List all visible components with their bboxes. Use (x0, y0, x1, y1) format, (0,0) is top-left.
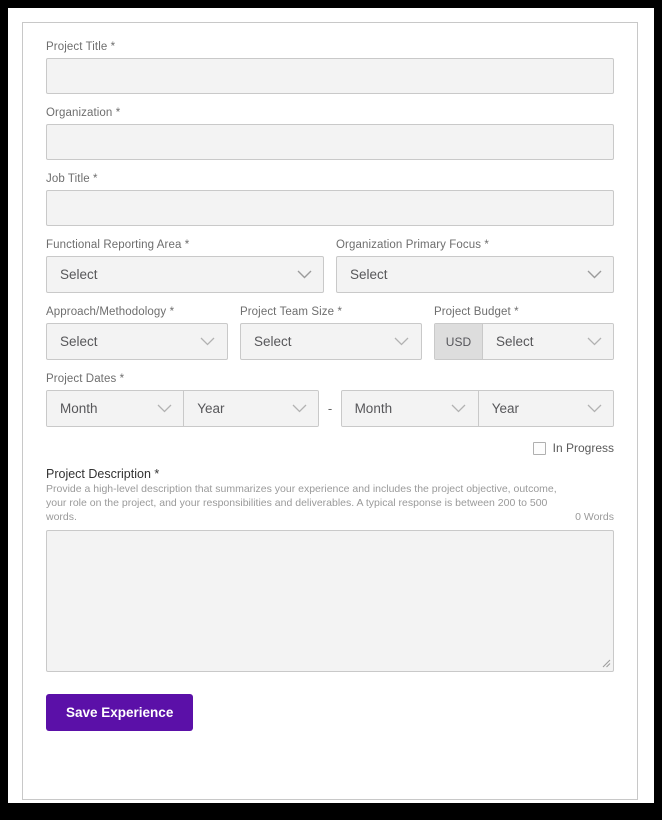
project-budget-value: Select (495, 334, 534, 349)
currency-prefix: USD (434, 324, 483, 359)
functional-reporting-area-select[interactable]: Select (46, 256, 324, 293)
job-title-label: Job Title * (46, 173, 98, 185)
project-dates-field: Project Dates * Month Year - Month Year (46, 373, 615, 427)
chevron-down-icon (446, 391, 472, 426)
reporting-focus-row: Functional Reporting Area * Select Organ… (46, 239, 614, 293)
project-description-textarea-wrap (46, 530, 614, 672)
organization-label: Organization * (46, 107, 121, 119)
end-month-value: Month (354, 401, 393, 416)
project-dates-label: Project Dates * (46, 373, 125, 385)
chevron-down-icon (195, 324, 221, 359)
start-date-group: Month Year (46, 390, 320, 427)
project-experience-form-card: Project Title * Organization * Job Title… (22, 22, 638, 800)
chevron-down-icon (286, 391, 312, 426)
word-count: 0 Words (575, 511, 614, 523)
chevron-down-icon (581, 324, 607, 359)
organization-primary-focus-label: Organization Primary Focus * (336, 239, 489, 251)
project-title-field: Project Title * (46, 41, 614, 94)
job-title-input[interactable] (46, 190, 614, 226)
organization-primary-focus-select[interactable]: Select (336, 256, 614, 293)
project-description-helper: Provide a high-level description that su… (46, 483, 557, 523)
project-dates-row: Month Year - Month Year (46, 390, 615, 427)
project-description-textarea[interactable] (46, 530, 614, 672)
project-budget-select[interactable]: Select (482, 324, 614, 359)
in-progress-row: In Progress (46, 441, 614, 455)
project-title-label: Project Title * (46, 41, 116, 53)
chevron-down-icon (151, 391, 177, 426)
organization-input[interactable] (46, 124, 614, 160)
in-progress-label: In Progress (552, 441, 614, 455)
start-month-value: Month (60, 401, 98, 416)
project-team-size-field: Project Team Size * Select (239, 306, 422, 360)
organization-primary-focus-value: Select (350, 267, 388, 282)
chevron-down-icon (389, 324, 415, 359)
project-title-input[interactable] (46, 58, 614, 94)
approach-methodology-field: Approach/Methodology * Select (46, 306, 228, 360)
approach-methodology-label: Approach/Methodology * (46, 306, 175, 318)
start-year-value: Year (197, 401, 225, 416)
approach-methodology-value: Select (60, 334, 98, 349)
project-budget-group: USD Select (433, 323, 615, 360)
approach-team-budget-row: Approach/Methodology * Select Project Te… (46, 306, 615, 360)
end-date-group: Month Year (340, 390, 615, 427)
functional-reporting-area-label: Functional Reporting Area * (46, 239, 190, 251)
start-month-select[interactable]: Month (47, 391, 185, 426)
project-description-head: Provide a high-level description that su… (46, 482, 614, 524)
project-budget-field: Project Budget * USD Select (433, 306, 615, 360)
project-team-size-label: Project Team Size * (239, 306, 343, 318)
chevron-down-icon (291, 257, 317, 292)
job-title-field: Job Title * (46, 173, 614, 226)
organization-primary-focus-field: Organization Primary Focus * Select (336, 239, 614, 293)
project-description-field: Project Description * Provide a high-lev… (46, 467, 614, 672)
chevron-down-icon (581, 391, 607, 426)
project-team-size-select[interactable]: Select (239, 323, 422, 360)
project-team-size-value: Select (253, 334, 292, 349)
end-year-select[interactable]: Year (478, 391, 614, 426)
approach-methodology-select[interactable]: Select (46, 323, 228, 360)
in-progress-checkbox[interactable] (532, 441, 546, 455)
start-year-select[interactable]: Year (184, 391, 319, 426)
end-month-select[interactable]: Month (341, 391, 479, 426)
functional-reporting-area-field: Functional Reporting Area * Select (46, 239, 324, 293)
save-experience-button[interactable]: Save Experience (46, 694, 194, 731)
project-description-label: Project Description * (46, 467, 160, 481)
project-budget-label: Project Budget * (433, 306, 519, 318)
organization-field: Organization * (46, 107, 614, 160)
functional-reporting-area-value: Select (60, 267, 98, 282)
date-range-separator: - (327, 401, 333, 416)
page-background: Project Title * Organization * Job Title… (8, 8, 654, 803)
end-year-value: Year (491, 401, 520, 416)
chevron-down-icon (581, 257, 607, 292)
